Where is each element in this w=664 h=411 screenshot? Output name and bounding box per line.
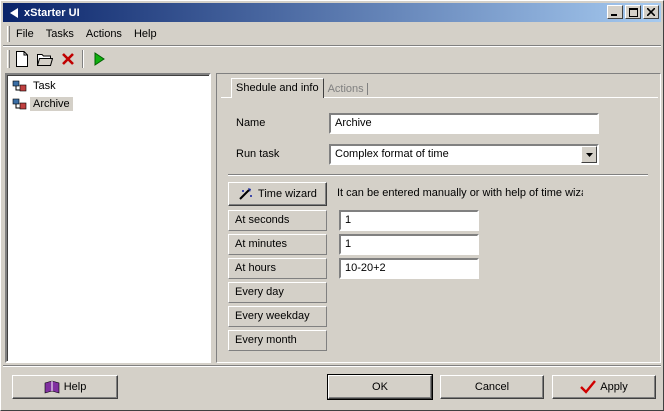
at-seconds-input[interactable]: 1 [339, 210, 479, 231]
minimize-button[interactable] [607, 5, 623, 19]
tab-actions-label: Actions [327, 83, 364, 95]
help-button[interactable]: Help [12, 375, 118, 399]
name-label: Name [236, 117, 266, 129]
run-task-select[interactable]: Complex format of time [329, 144, 599, 165]
delete-button[interactable] [57, 49, 79, 69]
menu-separator [3, 45, 661, 47]
toolbar [3, 48, 661, 70]
delete-x-icon [62, 53, 74, 65]
new-task-button[interactable] [11, 49, 33, 69]
task-tree[interactable]: Task Archive [5, 73, 211, 363]
open-folder-button[interactable] [34, 49, 56, 69]
at-hours-input[interactable]: 10-20+2 [339, 258, 479, 279]
window-controls [605, 5, 659, 19]
toolbar-separator [82, 50, 84, 68]
tab-strip: Shedule and info Actions [231, 78, 372, 98]
folder-icon [37, 54, 53, 66]
cancel-button[interactable]: Cancel [440, 375, 544, 399]
task-icon [11, 96, 29, 112]
tab-divider [366, 83, 368, 95]
menu-bar: File Tasks Actions Help [3, 24, 661, 44]
wizard-icon [238, 187, 254, 201]
checkmark-icon [580, 380, 597, 394]
tree-item-task[interactable]: Task [11, 77, 59, 94]
main-window: xStarter UI File Tasks Actions Help Task… [0, 0, 664, 411]
title-bar[interactable]: xStarter UI [3, 3, 661, 22]
form-separator [228, 174, 648, 176]
help-book-icon [44, 380, 60, 394]
menu-help[interactable]: Help [128, 25, 163, 43]
run-task-label: Run task [236, 148, 280, 160]
menu-actions[interactable]: Actions [80, 25, 128, 43]
ok-button[interactable]: OK [327, 374, 433, 400]
wizard-hint-text: It can be entered manually or with help … [337, 187, 583, 199]
tab-shedule-and-info[interactable]: Shedule and info [231, 78, 324, 98]
close-button[interactable] [643, 5, 659, 19]
time-wizard-button[interactable]: Time wizard [228, 182, 327, 206]
dropdown-arrow-icon[interactable] [581, 146, 597, 163]
run-button[interactable] [88, 49, 110, 69]
play-icon [94, 52, 105, 66]
apply-button-label: Apply [600, 381, 628, 393]
menu-tasks[interactable]: Tasks [40, 25, 80, 43]
maximize-button[interactable] [625, 5, 641, 19]
at-hours-label: At hours [228, 258, 327, 279]
at-seconds-label: At seconds [228, 210, 327, 231]
bottom-separator [3, 365, 661, 367]
at-minutes-label: At minutes [228, 234, 327, 255]
new-file-icon [16, 51, 28, 67]
app-icon [6, 5, 22, 21]
menu-file[interactable]: File [10, 25, 40, 43]
tree-item-label: Archive [30, 96, 73, 111]
every-weekday-label: Every weekday [228, 306, 327, 327]
tree-item-archive[interactable]: Archive [11, 95, 73, 112]
help-button-label: Help [63, 381, 87, 393]
task-icon [11, 78, 29, 94]
tab-actions[interactable]: Actions [324, 80, 372, 98]
toolbar-grip[interactable] [7, 50, 10, 68]
tree-item-label: Task [33, 79, 56, 92]
time-wizard-label: Time wizard [258, 188, 317, 200]
apply-button[interactable]: Apply [552, 375, 656, 399]
window-title: xStarter UI [24, 6, 80, 19]
run-task-value: Complex format of time [335, 148, 449, 160]
every-day-label: Every day [228, 282, 327, 303]
details-panel: Shedule and info Actions Name Archive Ru… [216, 73, 661, 363]
at-minutes-input[interactable]: 1 [339, 234, 479, 255]
name-input[interactable]: Archive [329, 113, 599, 134]
every-month-label: Every month [228, 330, 327, 351]
